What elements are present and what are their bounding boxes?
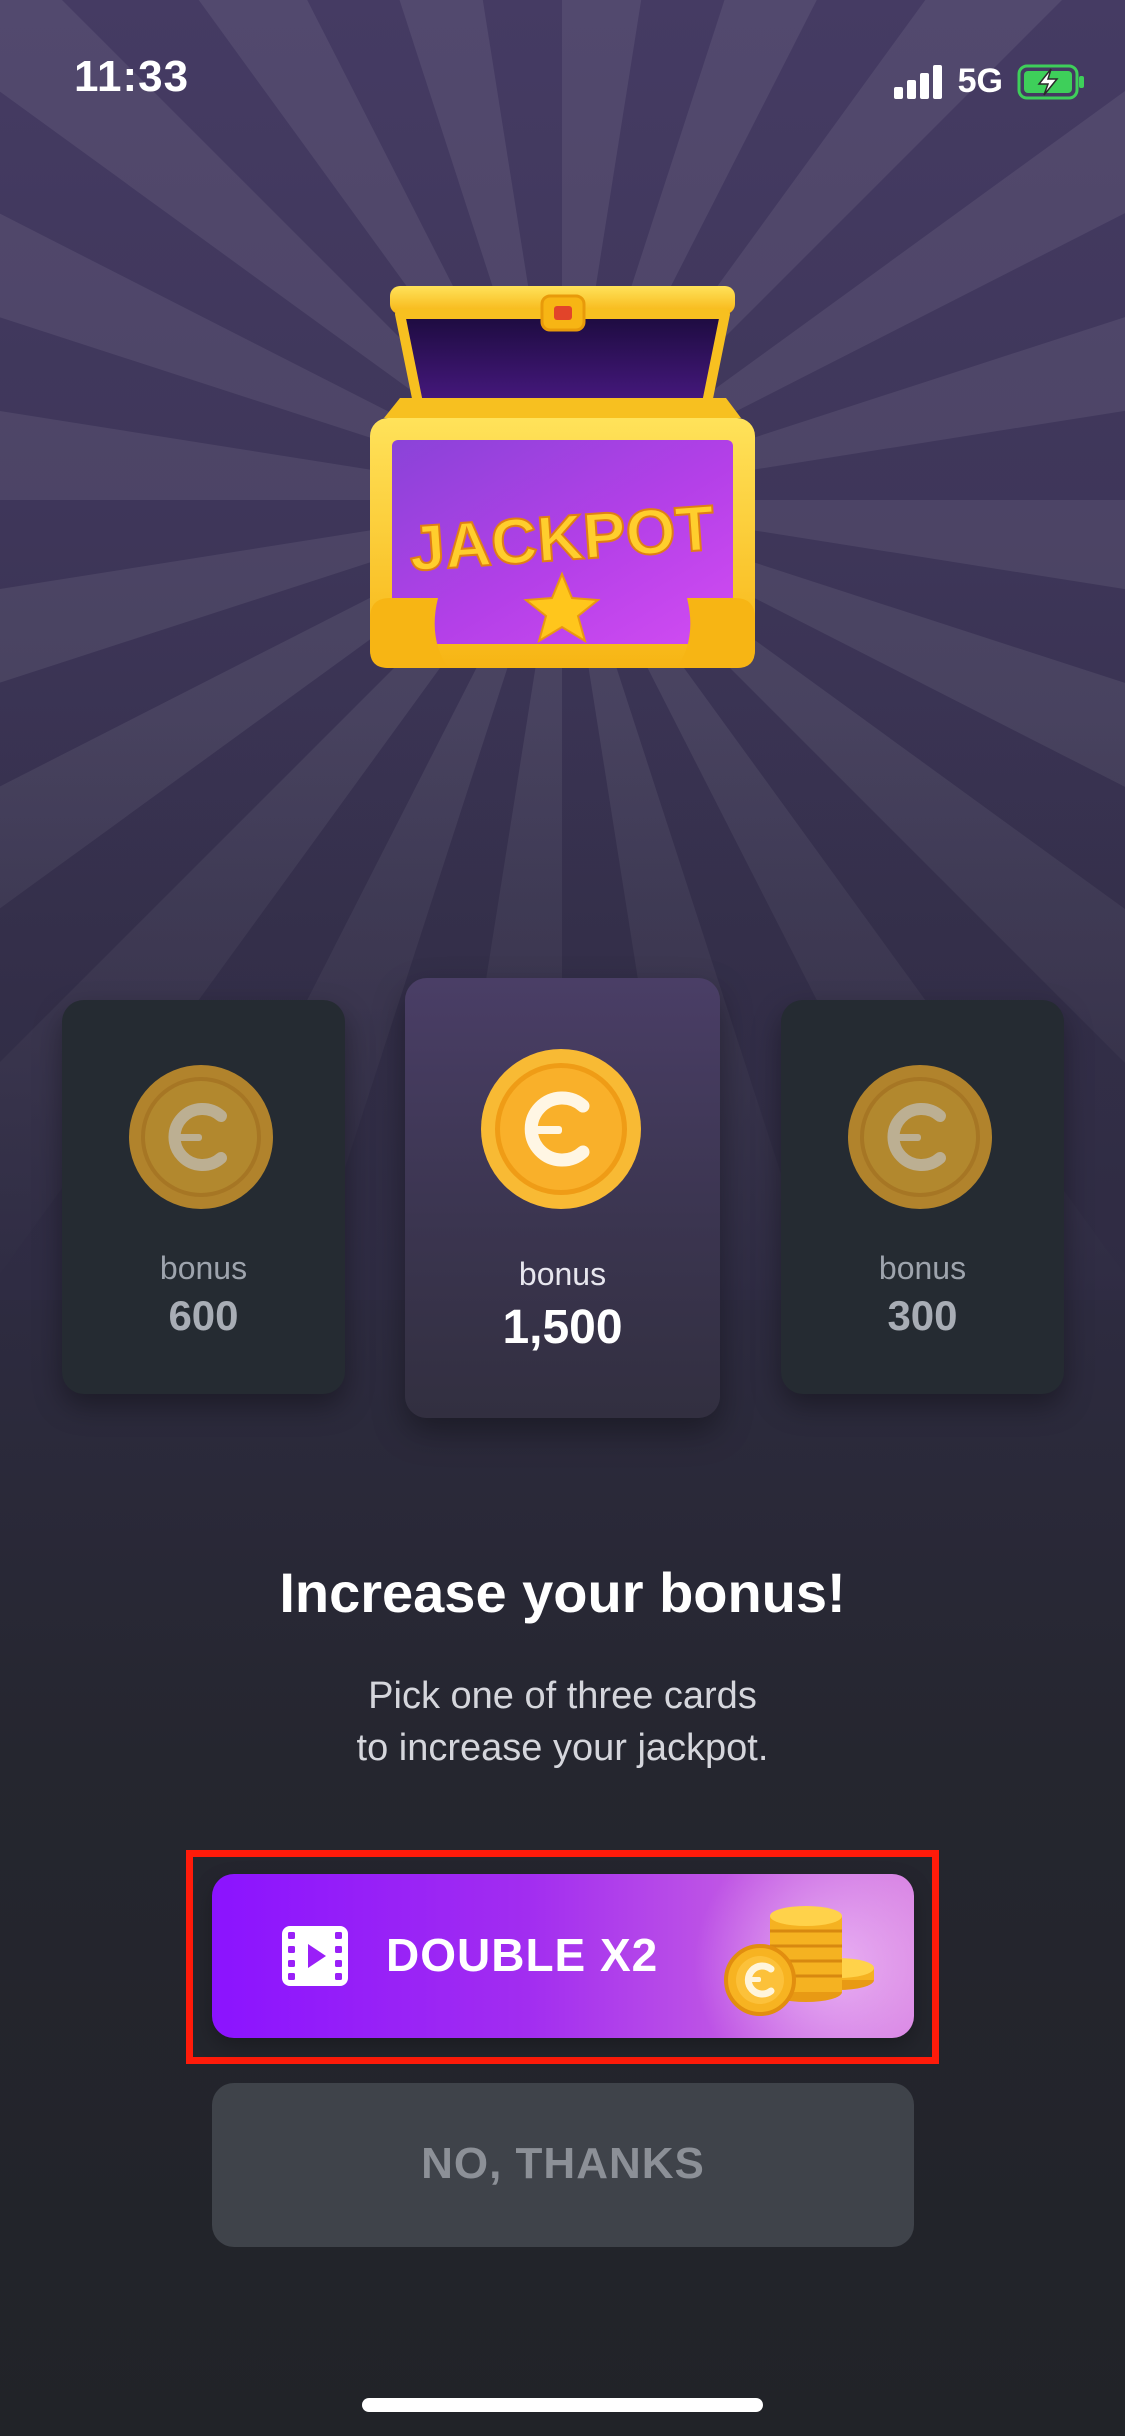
treasure-chest-icon: JACKPOT [370,286,755,668]
no-thanks-button[interactable]: NO, THANKS [212,2083,914,2247]
card-value: 1,500 [502,1301,623,1354]
cellular-signal-icon [893,64,942,99]
card-label: bonus [159,1250,248,1286]
bonus-card-center[interactable]: bonus 1,500 [405,978,720,1418]
headline: Increase your bonus! [279,1561,846,1624]
video-film-icon [282,1926,348,1986]
no-thanks-label: NO, THANKS [421,2139,705,2188]
coin-icon [129,1065,273,1209]
double-button-label: DOUBLE X2 [386,1929,659,1981]
double-x2-button[interactable]: DOUBLE X2 [212,1874,914,2038]
bonus-card-right[interactable]: bonus 300 [781,1000,1064,1394]
battery-charging-icon [1017,64,1084,99]
coin-icon [481,1049,641,1209]
coin-icon [848,1065,992,1209]
subtitle-line-2: to increase your jackpot. [356,1727,769,1769]
subtitle-line-1: Pick one of three cards [368,1675,757,1717]
subtitle: Pick one of three cards to increase your… [0,1670,1125,1774]
status-indicators: 5G [893,62,1087,101]
status-bar: 11:33 5G [0,0,1125,150]
jackpot-bonus-screen: 11:33 5G JACKPOT bonus 600 bonus 1,500 b… [0,0,1125,2436]
home-indicator[interactable] [362,2398,763,2412]
card-value: 600 [168,1292,239,1339]
coin-stack-icon [724,1906,874,2016]
network-type: 5G [957,62,1003,100]
card-label: bonus [878,1250,967,1286]
bonus-card-left[interactable]: bonus 600 [62,1000,345,1394]
jackpot-chest: JACKPOT [360,278,765,698]
card-value: 300 [887,1292,958,1339]
status-time: 11:33 [74,52,190,101]
card-label: bonus [518,1256,607,1292]
